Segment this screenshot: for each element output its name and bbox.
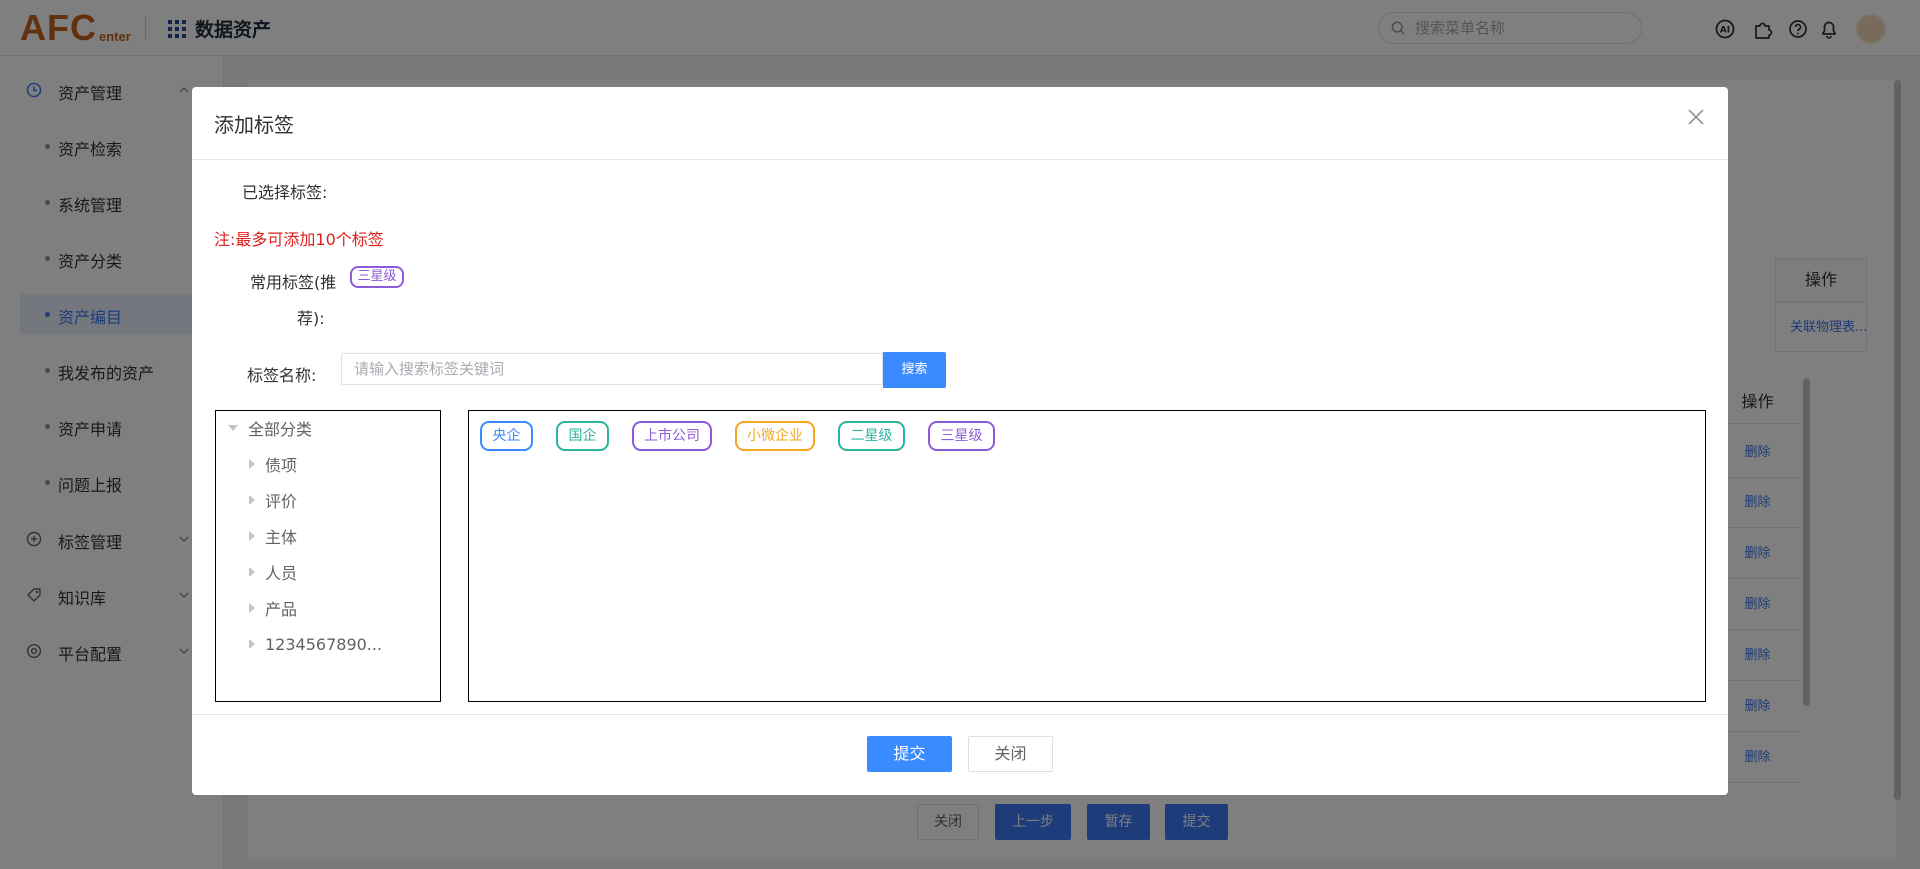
tag-chip[interactable]: 三星级 <box>928 421 995 451</box>
tree-node[interactable]: 1234567890... <box>249 629 382 659</box>
dialog-divider <box>192 159 1728 160</box>
common-tags-label: 常用标签(推 <box>250 273 337 292</box>
tag-pool: 央企 国企 上市公司 小微企业 二星级 三星级 <box>468 410 1706 702</box>
tag-chip[interactable]: 国企 <box>556 421 609 451</box>
tag-chip[interactable]: 二星级 <box>838 421 905 451</box>
tag-chip[interactable]: 小微企业 <box>735 421 815 451</box>
dialog-footer-divider <box>192 714 1728 715</box>
caret-right-icon <box>249 459 255 469</box>
tag-chip[interactable]: 上市公司 <box>632 421 712 451</box>
tree-node-label: 人员 <box>265 564 298 583</box>
dialog-title: 添加标签 <box>214 113 294 137</box>
common-tags-label-cont: 荐): <box>297 309 325 328</box>
close-icon[interactable] <box>1686 107 1706 127</box>
dialog-close-button[interactable]: 关闭 <box>968 736 1053 772</box>
tree-node[interactable]: 债项 <box>249 449 297 479</box>
caret-right-icon <box>249 603 255 613</box>
tree-node[interactable]: 产品 <box>249 593 297 623</box>
tree-node[interactable]: 主体 <box>249 521 297 551</box>
caret-down-icon <box>228 425 238 431</box>
tag-search-input[interactable] <box>341 353 883 385</box>
tree-node-label: 全部分类 <box>248 420 313 439</box>
tag-limit-note: 注:最多可添加10个标签 <box>214 230 384 249</box>
dialog-submit-button[interactable]: 提交 <box>867 736 952 772</box>
caret-right-icon <box>249 531 255 541</box>
tree-node-label: 产品 <box>265 600 298 619</box>
tag-name-label: 标签名称: <box>247 366 317 385</box>
caret-right-icon <box>249 639 255 649</box>
tree-node[interactable]: 人员 <box>249 557 297 587</box>
tree-node-label: 债项 <box>265 456 298 475</box>
caret-right-icon <box>249 495 255 505</box>
add-tag-dialog: 添加标签 已选择标签: 注:最多可添加10个标签 常用标签(推 荐): 三星级 … <box>192 87 1728 795</box>
category-tree: 全部分类 债项 评价 主体 人员 产品 1234567890... <box>215 410 441 702</box>
tree-node-label: 主体 <box>265 528 298 547</box>
caret-right-icon <box>249 567 255 577</box>
tree-node-label: 1234567890... <box>265 634 383 654</box>
tree-node-label: 评价 <box>265 492 298 511</box>
recommended-tag[interactable]: 三星级 <box>350 266 404 288</box>
tree-node[interactable]: 评价 <box>249 485 297 515</box>
tag-search-button[interactable]: 搜索 <box>883 352 946 388</box>
selected-tags-label: 已选择标签: <box>242 183 328 202</box>
tag-chip[interactable]: 央企 <box>480 421 533 451</box>
tree-node-root[interactable]: 全部分类 <box>228 413 312 443</box>
